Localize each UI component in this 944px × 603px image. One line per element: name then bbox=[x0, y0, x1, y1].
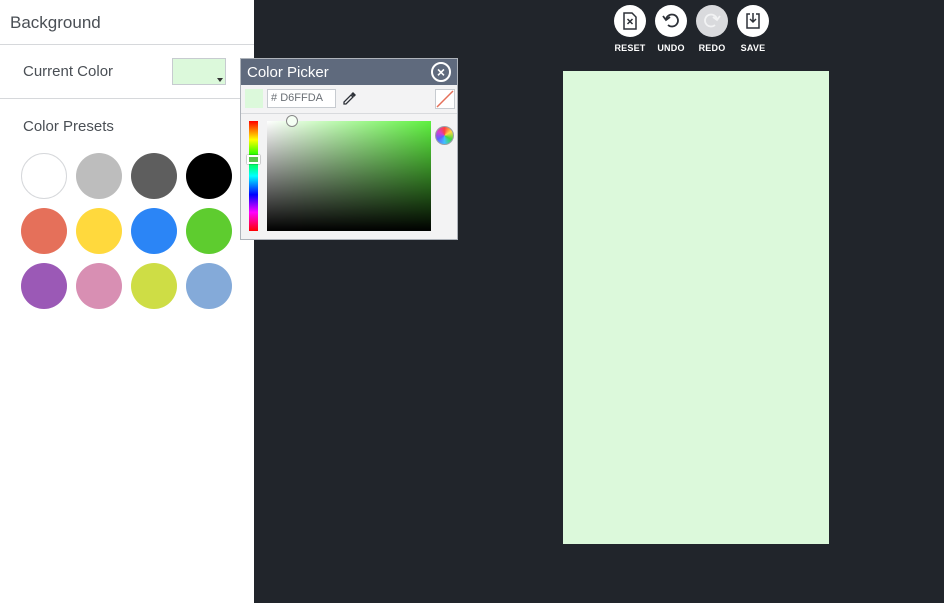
preset-light-gray[interactable] bbox=[76, 153, 122, 199]
picker-controls: # D6FFDA bbox=[241, 85, 457, 114]
preset-coral[interactable] bbox=[21, 208, 67, 254]
dropdown-arrow-icon bbox=[217, 78, 223, 82]
hue-slider[interactable] bbox=[249, 121, 258, 231]
redo-label: REDO bbox=[698, 43, 726, 53]
preset-sky-blue[interactable] bbox=[186, 263, 232, 309]
divider bbox=[0, 44, 254, 45]
panel-title: Background bbox=[10, 13, 101, 32]
redo-icon[interactable] bbox=[696, 5, 728, 37]
save-label: SAVE bbox=[740, 43, 766, 53]
preset-white[interactable] bbox=[21, 153, 67, 199]
divider bbox=[0, 98, 254, 99]
color-wheel-icon[interactable] bbox=[435, 126, 454, 145]
color-presets-label: Color Presets bbox=[23, 118, 114, 135]
current-color-swatch[interactable] bbox=[172, 58, 226, 85]
color-preview bbox=[245, 89, 263, 108]
preset-yellow[interactable] bbox=[76, 208, 122, 254]
save-icon[interactable] bbox=[737, 5, 769, 37]
hue-slider-handle[interactable] bbox=[247, 155, 260, 164]
preset-blue[interactable] bbox=[131, 208, 177, 254]
preset-pink[interactable] bbox=[76, 263, 122, 309]
saturation-value-handle[interactable] bbox=[286, 115, 298, 127]
preset-green[interactable] bbox=[186, 208, 232, 254]
current-color-label: Current Color bbox=[23, 63, 114, 80]
undo-label: UNDO bbox=[657, 43, 685, 53]
save-button[interactable]: SAVE bbox=[737, 5, 769, 53]
eyedropper-icon[interactable] bbox=[342, 90, 358, 107]
preset-lime[interactable] bbox=[131, 263, 177, 309]
reset-button[interactable]: RESET bbox=[614, 5, 646, 53]
preset-purple[interactable] bbox=[21, 263, 67, 309]
reset-icon[interactable] bbox=[614, 5, 646, 37]
color-picker-popup: Color Picker × # D6FFDA bbox=[240, 58, 458, 240]
redo-button[interactable]: REDO bbox=[696, 5, 728, 53]
saturation-value-area[interactable] bbox=[267, 121, 431, 231]
preset-black[interactable] bbox=[186, 153, 232, 199]
hex-input[interactable]: # D6FFDA bbox=[267, 89, 336, 108]
undo-icon[interactable] bbox=[655, 5, 687, 37]
no-color-icon[interactable] bbox=[435, 89, 455, 109]
reset-label: RESET bbox=[614, 43, 646, 53]
picker-title: Color Picker bbox=[247, 64, 329, 81]
picker-header: Color Picker × bbox=[241, 59, 457, 85]
color-presets-grid bbox=[21, 153, 237, 309]
hash-symbol: # bbox=[271, 92, 278, 104]
close-icon[interactable]: × bbox=[431, 62, 451, 82]
background-panel: Background Current Color Color Presets bbox=[0, 0, 254, 603]
design-canvas[interactable] bbox=[563, 71, 829, 544]
hex-value: D6FFDA bbox=[280, 92, 323, 104]
toolbar: RESET UNDO REDO SAVE bbox=[614, 5, 769, 53]
preset-dark-gray[interactable] bbox=[131, 153, 177, 199]
undo-button[interactable]: UNDO bbox=[655, 5, 687, 53]
